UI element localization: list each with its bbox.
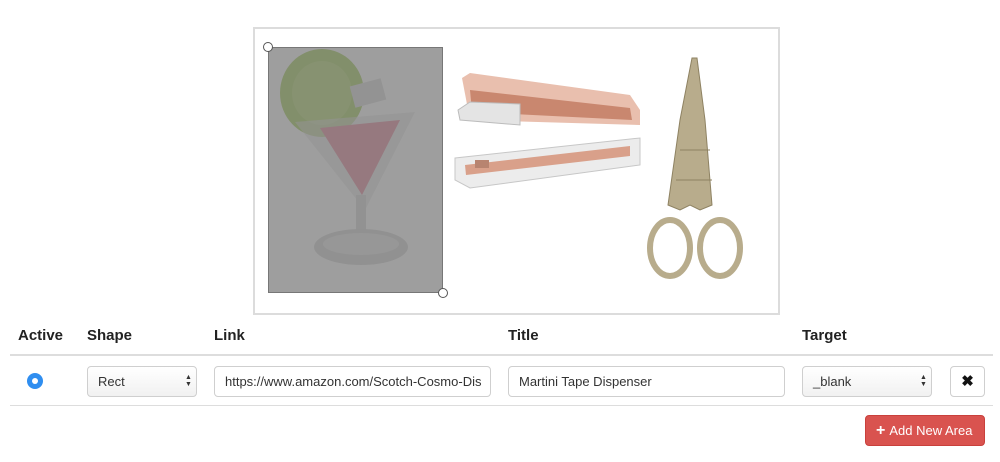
close-icon: ✖ xyxy=(961,373,974,390)
link-input-value: https://www.amazon.com/Scotch-Cosmo-Dis xyxy=(225,374,482,389)
active-radio[interactable] xyxy=(27,373,43,389)
table-header-divider xyxy=(10,354,993,356)
chevron-updown-icon: ▲ ▼ xyxy=(920,374,927,388)
target-select[interactable]: _blank ▲ ▼ xyxy=(802,366,932,397)
resize-handle-bottom-right[interactable] xyxy=(438,288,448,298)
delete-area-button[interactable]: ✖ xyxy=(950,366,985,397)
header-target: Target xyxy=(802,327,847,344)
plus-icon: + xyxy=(876,422,886,439)
add-new-area-button[interactable]: + Add New Area xyxy=(865,415,985,446)
table-row-divider xyxy=(10,405,993,406)
selected-area-rect[interactable] xyxy=(268,47,443,293)
resize-handle-top-left[interactable] xyxy=(263,42,273,52)
header-title: Title xyxy=(508,327,539,344)
target-select-value: _blank xyxy=(813,374,852,389)
link-input[interactable]: https://www.amazon.com/Scotch-Cosmo-Dis xyxy=(214,366,491,397)
header-shape: Shape xyxy=(87,327,133,344)
header-link: Link xyxy=(214,327,245,344)
stapler-image xyxy=(454,73,641,189)
shape-select[interactable]: Rect ▲ ▼ xyxy=(87,366,197,397)
title-input-value: Martini Tape Dispenser xyxy=(519,374,652,389)
eiffel-scissors-image xyxy=(647,57,743,279)
header-active: Active xyxy=(18,327,64,344)
add-new-area-label: Add New Area xyxy=(889,423,973,438)
chevron-updown-icon: ▲ ▼ xyxy=(185,374,192,388)
title-input[interactable]: Martini Tape Dispenser xyxy=(508,366,785,397)
shape-select-value: Rect xyxy=(98,374,125,389)
